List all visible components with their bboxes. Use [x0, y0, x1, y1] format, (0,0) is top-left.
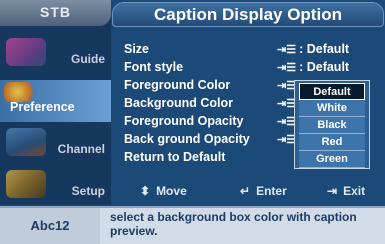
sidebar-item-label: Guide — [70, 52, 105, 66]
menu-item-label: Return to Default — [124, 150, 226, 164]
sidebar-item-guide[interactable]: Guide — [0, 32, 111, 74]
menu-item-font-style[interactable]: Font style ⇥☰: Default — [124, 58, 379, 76]
menu-item-size[interactable]: Size ⇥☰: Default — [124, 40, 379, 58]
nav-enter-label: Enter — [256, 184, 287, 198]
menu-item-value: : Default — [299, 60, 350, 74]
nav-exit: ⇥ Exit — [327, 184, 365, 198]
stb-tab: STB — [0, 0, 111, 26]
preference-icon — [4, 82, 38, 102]
sidebar-item-channel[interactable]: Channel — [0, 122, 111, 164]
menu-item-label: Foreground Color — [124, 78, 231, 92]
enter-icon: ⇥☰ — [277, 44, 297, 56]
nav-exit-label: Exit — [343, 184, 366, 198]
sidebar-item-label: Setup — [71, 184, 105, 198]
background-color-dropdown[interactable]: Default White Black Red Green — [294, 80, 370, 169]
page-title: Caption Display Option — [112, 2, 384, 27]
menu-item-label: Background Color — [124, 96, 234, 110]
nav-enter: ↵ Enter — [240, 184, 287, 198]
dropdown-option-black[interactable]: Black — [299, 117, 365, 134]
footer-nav: ⬍ Move ↵ Enter ⇥ Exit — [112, 181, 385, 203]
channel-icon — [6, 128, 46, 156]
menu-item-label: Back ground Opacity — [124, 132, 250, 146]
enter-icon: ↵ — [240, 184, 251, 198]
menu-item-value: : Default — [299, 42, 350, 56]
menu-item-label: Foreground Opacity — [124, 114, 244, 128]
menu-item-label: Size — [124, 42, 150, 56]
nav-move-label: Move — [156, 184, 187, 198]
setup-icon — [6, 170, 46, 198]
dropdown-option-red[interactable]: Red — [299, 134, 365, 151]
sidebar-item-preference[interactable]: Preference — [0, 80, 111, 122]
menu-item-label: Font style — [124, 60, 184, 74]
move-arrows-icon: ⬍ — [140, 184, 151, 198]
program-guide-icon — [6, 38, 46, 66]
caption-preview: Abc12 — [0, 208, 100, 244]
enter-icon: ⇥☰ — [277, 62, 297, 74]
sidebar: STB Guide Preference Channel Setup — [0, 0, 111, 205]
dropdown-option-white[interactable]: White — [299, 100, 365, 117]
sidebar-item-setup[interactable]: Setup — [0, 164, 111, 206]
info-strip: Abc12 select a background box color with… — [0, 206, 385, 244]
dropdown-option-default[interactable]: Default — [299, 83, 365, 100]
sidebar-item-label: Channel — [57, 142, 105, 156]
exit-icon: ⇥ — [327, 184, 338, 198]
stb-screen: STB Guide Preference Channel Setup Capti… — [0, 0, 385, 244]
nav-move: ⬍ Move — [140, 184, 187, 198]
help-text: select a background box color with capti… — [110, 210, 357, 238]
dropdown-option-green[interactable]: Green — [299, 151, 365, 168]
sidebar-item-label: Preference — [10, 100, 75, 114]
